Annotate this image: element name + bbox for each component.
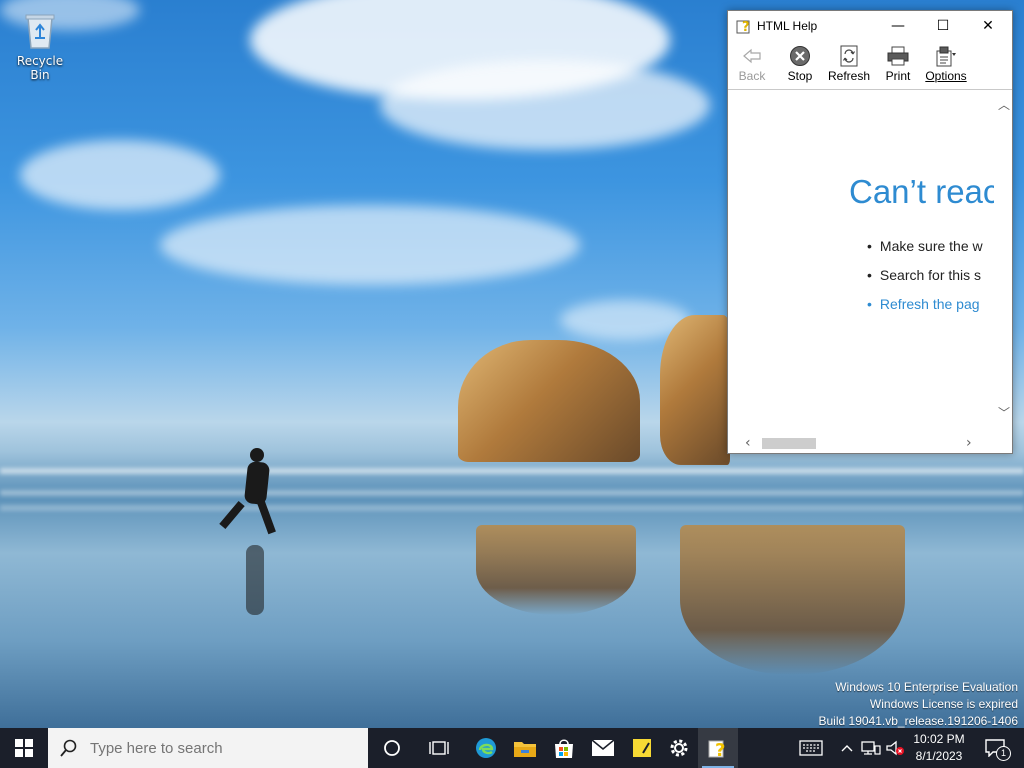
scroll-up-icon[interactable]: ︿ bbox=[998, 96, 1010, 113]
runner-reflection bbox=[246, 545, 264, 615]
task-view-icon bbox=[429, 741, 449, 755]
network-icon bbox=[861, 741, 881, 755]
chevron-up-icon bbox=[841, 745, 853, 752]
html-help-window[interactable]: ? HTML Help — ☐ ✕ Back Stop Refresh Prin… bbox=[727, 10, 1013, 454]
back-arrow-icon bbox=[741, 45, 763, 67]
taskbar: ? 10:02 PM 8/1/2023 1 bbox=[0, 728, 1024, 768]
windows-watermark: Windows 10 Enterprise Evaluation Windows… bbox=[819, 679, 1019, 730]
recycle-bin-icon bbox=[22, 10, 58, 50]
refresh-page-link[interactable]: Refresh the pag bbox=[869, 294, 983, 323]
network-button[interactable] bbox=[860, 728, 882, 768]
html-help-icon: ? bbox=[708, 740, 725, 759]
edge-icon bbox=[476, 738, 496, 758]
mail-button[interactable] bbox=[583, 728, 623, 768]
refresh-button[interactable]: Refresh bbox=[825, 45, 873, 83]
keyboard-button[interactable] bbox=[796, 728, 826, 768]
printer-icon bbox=[887, 45, 909, 67]
edge-button[interactable] bbox=[466, 728, 506, 768]
stop-label: Stop bbox=[787, 69, 813, 83]
wave bbox=[0, 505, 1024, 511]
print-label: Print bbox=[885, 69, 911, 83]
system-clock[interactable]: 10:02 PM 8/1/2023 bbox=[910, 731, 968, 765]
action-center-button[interactable]: 1 bbox=[980, 728, 1011, 768]
show-hidden-icons-button[interactable] bbox=[838, 728, 856, 768]
help-content-pane: Can’t reac Make sure the w Search for th… bbox=[728, 90, 994, 435]
sticky-notes-button[interactable] bbox=[622, 728, 662, 768]
back-button[interactable]: Back bbox=[728, 45, 776, 83]
horizontal-scrollbar[interactable]: ‹ › bbox=[728, 435, 994, 452]
refresh-icon bbox=[838, 45, 860, 67]
list-item: Make sure the w bbox=[869, 236, 983, 265]
cloud bbox=[20, 140, 220, 210]
refresh-label: Refresh bbox=[827, 69, 871, 83]
stop-button[interactable]: Stop bbox=[776, 45, 824, 83]
minimize-button[interactable]: — bbox=[875, 11, 921, 41]
mail-icon bbox=[591, 739, 615, 756]
error-heading: Can’t reac bbox=[849, 173, 994, 210]
maximize-icon: ☐ bbox=[936, 18, 950, 34]
desktop-icon-label: Recycle Bin bbox=[16, 54, 64, 82]
clock-date: 8/1/2023 bbox=[915, 749, 963, 763]
scrollbar-thumb[interactable] bbox=[762, 438, 816, 449]
scroll-left-icon[interactable]: ‹ bbox=[745, 435, 751, 451]
rock-formation bbox=[458, 340, 640, 462]
back-label: Back bbox=[738, 69, 766, 83]
close-button[interactable]: ✕ bbox=[965, 11, 1011, 41]
task-view-button[interactable] bbox=[419, 728, 459, 768]
rock-arch bbox=[660, 315, 730, 465]
window-titlebar[interactable]: ? HTML Help — ☐ ✕ bbox=[728, 11, 1012, 43]
svg-text:?: ? bbox=[742, 20, 750, 34]
help-toolbar: Back Stop Refresh Print Options bbox=[728, 43, 1012, 90]
notification-badge: 1 bbox=[996, 746, 1011, 761]
help-question-icon: ? bbox=[736, 18, 752, 35]
window-title: HTML Help bbox=[757, 19, 818, 33]
options-icon bbox=[935, 45, 957, 67]
rock-reflection bbox=[680, 525, 905, 675]
sticky-notes-icon bbox=[633, 739, 651, 757]
cloud bbox=[160, 205, 580, 285]
rock-reflection bbox=[476, 525, 636, 615]
cortana-button[interactable] bbox=[372, 728, 412, 768]
microsoft-store-icon bbox=[555, 739, 573, 758]
vertical-scrollbar[interactable]: ︿ ﹀ bbox=[995, 90, 1012, 435]
close-icon: ✕ bbox=[982, 18, 994, 34]
volume-button[interactable] bbox=[884, 728, 906, 768]
cloud bbox=[380, 60, 710, 150]
svg-text:?: ? bbox=[715, 740, 725, 759]
runner-body bbox=[243, 460, 271, 506]
desktop-icon-recycle-bin[interactable]: Recycle Bin bbox=[6, 10, 74, 82]
windows-logo-icon bbox=[15, 739, 33, 757]
notification-icon: 1 bbox=[985, 739, 1011, 761]
html-help-taskbar-button[interactable]: ? bbox=[698, 728, 738, 768]
settings-icon bbox=[670, 739, 688, 757]
scroll-right-icon[interactable]: › bbox=[966, 435, 972, 451]
options-button[interactable]: Options bbox=[922, 45, 970, 83]
wave bbox=[0, 468, 1024, 474]
settings-button[interactable] bbox=[659, 728, 699, 768]
microsoft-store-button[interactable] bbox=[544, 728, 584, 768]
stop-icon bbox=[789, 45, 811, 67]
search-icon bbox=[60, 739, 78, 757]
clock-time: 10:02 PM bbox=[913, 732, 965, 746]
minimize-icon: — bbox=[891, 18, 905, 34]
cortana-icon bbox=[384, 740, 400, 756]
scroll-down-icon[interactable]: ﹀ bbox=[998, 404, 1010, 421]
print-button[interactable]: Print bbox=[874, 45, 922, 83]
start-button[interactable] bbox=[0, 728, 48, 768]
options-label: Options bbox=[925, 69, 967, 83]
watermark-edition: Windows 10 Enterprise Evaluation bbox=[835, 680, 1018, 694]
wave bbox=[0, 490, 1024, 496]
runner-leg bbox=[256, 497, 276, 535]
keyboard-icon bbox=[799, 740, 823, 756]
suggestion-list: Make sure the w Search for this s Refres… bbox=[869, 236, 983, 323]
watermark-license: Windows License is expired bbox=[869, 697, 1018, 711]
list-item: Search for this s bbox=[869, 265, 983, 294]
file-explorer-button[interactable] bbox=[505, 728, 545, 768]
runner-head bbox=[250, 448, 264, 462]
maximize-button[interactable]: ☐ bbox=[920, 11, 966, 41]
file-explorer-icon bbox=[514, 742, 536, 757]
search-input[interactable] bbox=[88, 738, 352, 758]
taskbar-search[interactable] bbox=[48, 728, 368, 768]
volume-muted-icon bbox=[886, 740, 904, 756]
